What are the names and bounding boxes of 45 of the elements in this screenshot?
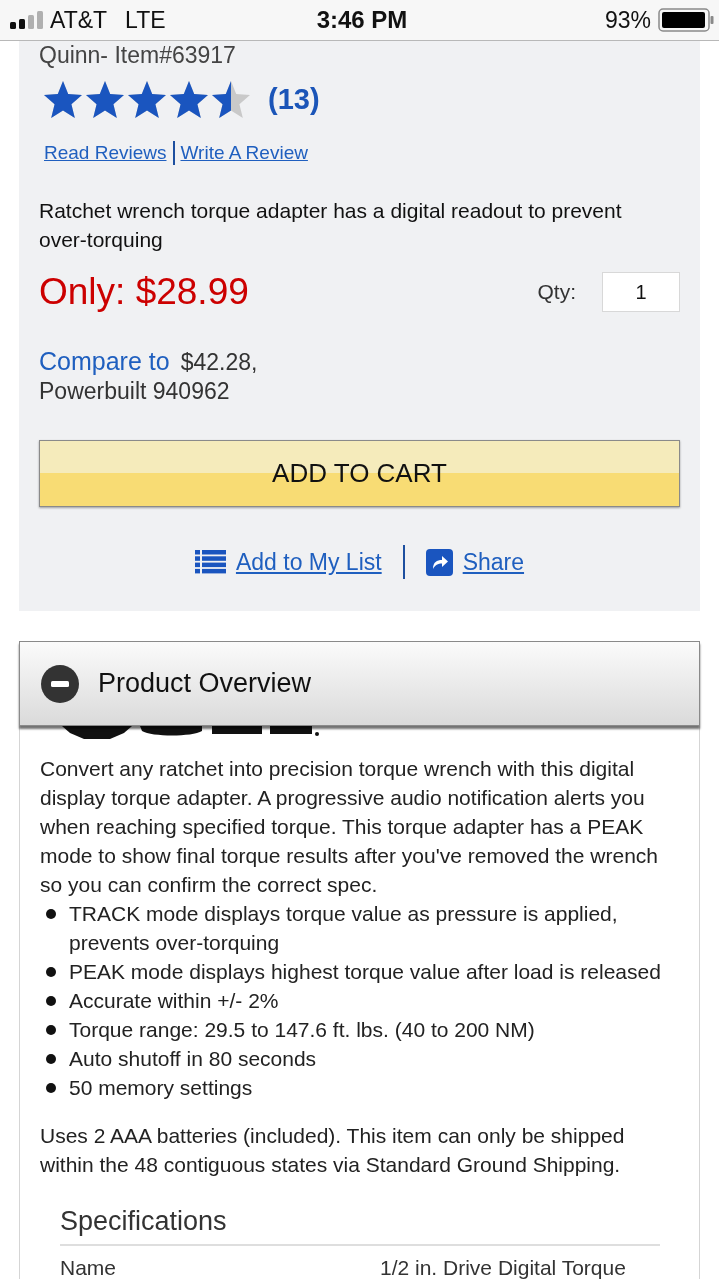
list-icon (194, 550, 226, 574)
feature-text: Auto shutoff in 80 seconds (69, 1046, 317, 1072)
compare-link[interactable]: Compare to (39, 347, 170, 376)
feature-text: TRACK mode displays torque value as pressure is applied, prevents over-torquing (69, 901, 619, 956)
battery-percent: 93% (604, 6, 651, 34)
overview-paragraph: Convert any ratchet into precision torque wrench with this digital display torque adapter. A progressive audio notification alerts you when reaching specified torque. This torque adapter has a PEAK mode to show final torque results after you've removed the wrench so you can confirm the correct spec. (40, 756, 659, 898)
feature-text: Torque range: 29.5 to 147.6 ft. lbs. (40 to 200 NM) (69, 1017, 535, 1043)
star-icon (212, 80, 250, 118)
spec-name: Name (60, 1257, 118, 1279)
bullet-icon (46, 1053, 56, 1064)
compare-price: $42.28, (180, 348, 258, 377)
signal-icon (10, 11, 44, 29)
bullet-icon (46, 1024, 56, 1035)
bullet-icon (46, 966, 56, 977)
bullet-icon (46, 995, 56, 1006)
section-header[interactable]: Product Overview (19, 641, 700, 726)
feature-text: Accurate within +/- 2% (69, 988, 279, 1014)
product-description: Ratchet wrench torque adapter has a digital readout to prevent over-torquing (39, 198, 623, 253)
review-count: (13) (268, 82, 320, 116)
star-icon (86, 80, 124, 118)
carrier-name: AT&T (50, 6, 108, 34)
shipping-note: Uses 2 AAA batteries (included). This item can only be shipped within the 48 contiguous states via Standard Ground Shipping. (40, 1123, 626, 1178)
add-to-list-link[interactable]: Add to My List (194, 548, 382, 576)
star-icon (128, 80, 166, 118)
bullet-icon (46, 1082, 56, 1093)
network-type: LTE (125, 6, 166, 34)
star-icon (170, 80, 208, 118)
quantity-field[interactable]: 1 (602, 272, 680, 312)
sale-price: Only: $28.99 (39, 271, 249, 313)
review-link[interactable]: Read Reviews (44, 142, 167, 164)
battery-icon (658, 8, 714, 32)
feature-text: PEAK mode displays highest torque value after load is released (69, 959, 661, 985)
review-link[interactable]: Write A Review (180, 142, 308, 164)
add-to-cart-button[interactable]: ADD TO CART (39, 440, 680, 507)
compare-product: Powerbuilt 940962 (39, 377, 231, 406)
bullet-icon (46, 908, 56, 919)
spec-value: 1/2 in. Drive Digital Torque (380, 1257, 627, 1279)
quantity-label: Qty: (537, 280, 576, 304)
share-icon (425, 548, 453, 576)
specifications-heading: Specifications (60, 1204, 660, 1246)
feature-text: 50 memory settings (69, 1075, 253, 1101)
star-icon (44, 80, 82, 118)
share-link[interactable]: Share (425, 548, 525, 576)
clock-time: 3:46 PM (316, 6, 408, 34)
item-number: Quinn- Item#63917 (39, 42, 237, 68)
